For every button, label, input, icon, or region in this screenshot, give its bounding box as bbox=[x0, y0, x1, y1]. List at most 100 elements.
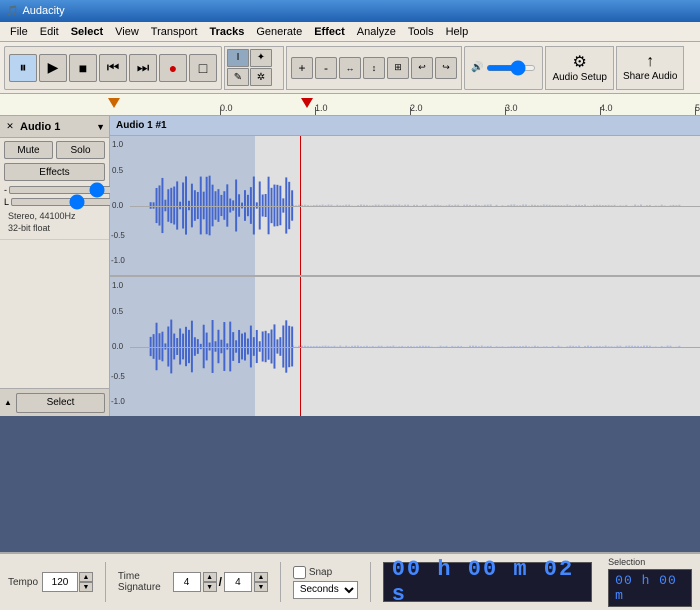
draw-tool-button[interactable]: ✎ bbox=[227, 68, 249, 86]
transport-section: ⏸ ▶ ■ ⏮ ⏭ ● □ bbox=[4, 46, 222, 90]
y-label-neg-0-5-b: -0.5 bbox=[111, 372, 125, 381]
menu-tracks[interactable]: Tracks bbox=[203, 25, 250, 39]
time-sig-num-down[interactable]: ▼ bbox=[203, 582, 217, 592]
time-sig-section: Time Signature ▲ ▼ / ▲ ▼ bbox=[118, 571, 268, 593]
time-sig-label: Time Signature bbox=[118, 571, 169, 593]
tempo-label: Tempo bbox=[8, 577, 38, 588]
time-sig-slash: / bbox=[219, 575, 222, 589]
separator-1 bbox=[105, 562, 106, 602]
tools-section: I ✦ ✎ ✲ bbox=[224, 46, 284, 90]
menu-select[interactable]: Select bbox=[65, 25, 109, 39]
menu-file[interactable]: File bbox=[4, 25, 34, 39]
menu-transport[interactable]: Transport bbox=[145, 25, 204, 39]
track-controls: Mute Solo Effects - + L R Stereo, 4410 bbox=[0, 138, 109, 240]
volume-slider[interactable] bbox=[486, 65, 536, 71]
tempo-input[interactable] bbox=[42, 572, 78, 592]
snap-section: Snap Seconds bbox=[293, 566, 358, 599]
track-close-button[interactable]: ✕ bbox=[4, 121, 16, 133]
selection-value: 00 h 00 m bbox=[615, 573, 677, 603]
pan-left-label: L bbox=[4, 197, 9, 207]
menu-analyze[interactable]: Analyze bbox=[351, 25, 402, 39]
channel-top: 1.0 0.5 0.0 -0.5 -1.0 bbox=[110, 136, 700, 276]
menu-generate[interactable]: Generate bbox=[250, 25, 308, 39]
mute-solo-row: Mute Solo bbox=[4, 141, 105, 159]
undo-button[interactable]: ↩ bbox=[411, 57, 433, 79]
y-label-neg-1-0-b: -1.0 bbox=[111, 397, 125, 406]
track-info-line1: Stereo, 44100Hz bbox=[8, 211, 101, 223]
tempo-up-button[interactable]: ▲ bbox=[79, 572, 93, 582]
time-sig-den-down[interactable]: ▼ bbox=[254, 582, 268, 592]
select-button[interactable]: Select bbox=[16, 393, 105, 413]
time-sig-den-up[interactable]: ▲ bbox=[254, 572, 268, 582]
ruler-area[interactable]: 0.0 1.0 2.0 3.0 4.0 5.0 6.0 7.0 bbox=[220, 93, 700, 115]
multi-tool-button[interactable]: ✲ bbox=[250, 68, 272, 86]
time-sig-num-input[interactable] bbox=[173, 572, 201, 592]
bottom-bar: Tempo ▲ ▼ Time Signature ▲ ▼ / ▲ ▼ bbox=[0, 552, 700, 610]
pause-button[interactable]: ⏸ bbox=[9, 54, 37, 82]
skip-back-button[interactable]: ⏮ bbox=[99, 54, 127, 82]
track-dropdown-button[interactable]: ▼ bbox=[96, 122, 105, 132]
redo-button[interactable]: ↪ bbox=[435, 57, 457, 79]
time-sig-group: ▲ ▼ / ▲ ▼ bbox=[173, 572, 268, 592]
zoom-toggle-button[interactable]: ⊞ bbox=[387, 57, 409, 79]
timeline-ruler: 0.0 1.0 2.0 3.0 4.0 5.0 6.0 7.0 bbox=[0, 94, 700, 116]
effects-button[interactable]: Effects bbox=[4, 163, 105, 181]
collapse-button[interactable]: ▲ bbox=[4, 398, 12, 407]
time-sig-den-input[interactable] bbox=[224, 572, 252, 592]
separator-2 bbox=[280, 562, 281, 602]
y-label-0-5: 0.5 bbox=[112, 166, 123, 175]
share-audio-label: Share Audio bbox=[623, 71, 678, 82]
select-tool-button[interactable]: I bbox=[227, 49, 249, 67]
y-label-0-0-bot: 0.0 bbox=[112, 342, 123, 351]
zoom-fit-button[interactable]: ↔ bbox=[339, 57, 361, 79]
solo-button[interactable]: Solo bbox=[56, 141, 105, 159]
time-sig-den-spinner: ▲ ▼ bbox=[254, 572, 268, 592]
audio-setup-label: Audio Setup bbox=[552, 72, 607, 83]
ruler-mark-1: 1.0 bbox=[315, 103, 328, 113]
menu-tools[interactable]: Tools bbox=[402, 25, 440, 39]
envelope-tool-button[interactable]: ✦ bbox=[250, 49, 272, 67]
ruler-mark-3: 3.0 bbox=[505, 103, 518, 113]
ruler-mark-4: 4.0 bbox=[600, 103, 613, 113]
y-label-neg-0-5: -0.5 bbox=[111, 231, 125, 240]
zoom-in-button[interactable]: + bbox=[291, 57, 313, 79]
stop-record-button[interactable]: □ bbox=[189, 54, 217, 82]
tempo-down-button[interactable]: ▼ bbox=[79, 582, 93, 592]
y-label-1-0: 1.0 bbox=[112, 140, 123, 149]
audio-setup-button[interactable]: ⚙ Audio Setup bbox=[545, 46, 614, 90]
snap-unit-dropdown[interactable]: Seconds bbox=[293, 581, 358, 599]
stop-button[interactable]: ■ bbox=[69, 54, 97, 82]
volume-icon: 🔊 bbox=[471, 62, 483, 73]
selection-label: Selection bbox=[608, 557, 645, 567]
menu-effect[interactable]: Effect bbox=[308, 25, 351, 39]
waveform-area[interactable]: Audio 1 #1 1.0 0.5 0.0 -0.5 -1.0 bbox=[110, 116, 700, 416]
main-content: ✕ Audio 1 ▼ Mute Solo Effects - + bbox=[0, 116, 700, 416]
ruler-mark-0: 0.0 bbox=[220, 103, 233, 113]
y-label-neg-1-0: -1.0 bbox=[111, 256, 125, 265]
clip-label: Audio 1 #1 bbox=[110, 116, 700, 136]
mute-button[interactable]: Mute bbox=[4, 141, 53, 159]
y-label-1-0-b: 1.0 bbox=[112, 281, 123, 290]
menu-edit[interactable]: Edit bbox=[34, 25, 65, 39]
zoom-out-button[interactable]: - bbox=[315, 57, 337, 79]
empty-area bbox=[0, 416, 700, 552]
time-sig-num-spinner: ▲ ▼ bbox=[203, 572, 217, 592]
snap-checkbox[interactable] bbox=[293, 566, 306, 579]
menu-help[interactable]: Help bbox=[440, 25, 475, 39]
menu-view[interactable]: View bbox=[109, 25, 145, 39]
share-audio-button[interactable]: ↑ Share Audio bbox=[616, 46, 685, 90]
tempo-section: Tempo ▲ ▼ bbox=[8, 572, 93, 592]
play-button[interactable]: ▶ bbox=[39, 54, 67, 82]
timer-display: 00 h 00 m 02 s bbox=[383, 562, 592, 602]
zoom-fit-v-button[interactable]: ↕ bbox=[363, 57, 385, 79]
track-info-line2: 32-bit float bbox=[8, 223, 101, 235]
skip-fwd-button[interactable]: ⏭ bbox=[129, 54, 157, 82]
toolbar: ⏸ ▶ ■ ⏮ ⏭ ● □ I ✦ ✎ ✲ + - ↔ ↕ ⊞ ↩ ↪ 🔊 ⚙ … bbox=[0, 42, 700, 94]
volume-section: 🔊 bbox=[464, 46, 543, 90]
y-label-0-5-b: 0.5 bbox=[112, 307, 123, 316]
selection-display: 00 h 00 m bbox=[608, 569, 692, 607]
snap-label: Snap bbox=[309, 567, 332, 578]
timeline-marker-start[interactable] bbox=[108, 98, 120, 108]
time-sig-num-up[interactable]: ▲ bbox=[203, 572, 217, 582]
record-button[interactable]: ● bbox=[159, 54, 187, 82]
